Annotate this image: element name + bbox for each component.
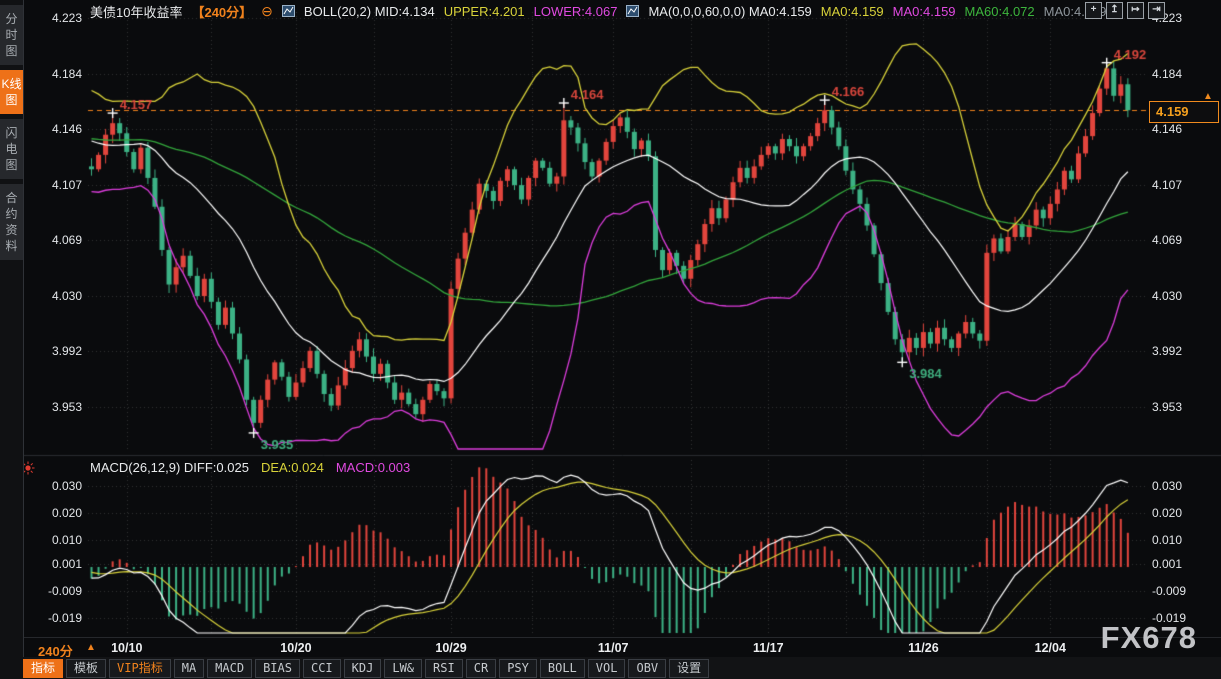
last-price-tag: 4.159 <box>1149 101 1219 123</box>
toolbar-lw-button[interactable]: LW& <box>384 659 422 678</box>
indicator-toolbar: 指标 模板 VIP指标 MA MACD BIAS CCI KDJ LW& RSI… <box>23 657 1221 679</box>
y-axis-label: 4.223 <box>24 11 82 25</box>
y-axis-label: 3.992 <box>1152 344 1214 358</box>
toolbar-template-button[interactable]: 模板 <box>66 659 106 678</box>
chart-title-bar: 美债10年收益率 【240分】 ⊖ BOLL(20,2) MID:4.134 U… <box>90 3 1107 19</box>
ma-values: MA(0,0,0,60,0,0) MA0:4.159 <box>648 4 811 19</box>
y-axis-label: 0.030 <box>24 479 82 493</box>
y-axis-label: 4.030 <box>1152 289 1214 303</box>
sidebar-item-contract-info[interactable]: 合约资料 <box>0 184 23 260</box>
ma60-value: MA60:4.072 <box>965 4 1035 19</box>
chart-canvas[interactable] <box>0 0 1221 679</box>
toolbar-ma-button[interactable]: MA <box>174 659 204 678</box>
toolbar-rsi-button[interactable]: RSI <box>425 659 463 678</box>
sidebar: 分时图 K线图 闪电图 合约资料 <box>0 0 24 679</box>
y-axis-label: 0.001 <box>1152 557 1214 571</box>
ma-indicator-icon[interactable] <box>626 5 639 17</box>
x-axis-date: 11/07 <box>585 641 641 655</box>
y-axis-label: 0.020 <box>1152 506 1214 520</box>
x-axis-date: 11/26 <box>895 641 951 655</box>
y-axis-label: 4.107 <box>1152 178 1214 192</box>
boll-values: BOLL(20,2) MID:4.134 <box>304 4 435 19</box>
toolbar-bias-button[interactable]: BIAS <box>255 659 300 678</box>
y-axis-label: 0.010 <box>1152 533 1214 547</box>
sidebar-item-lightning-chart[interactable]: 闪电图 <box>0 119 23 179</box>
y-axis-label: 4.146 <box>24 122 82 136</box>
toolbar-cr-button[interactable]: CR <box>466 659 496 678</box>
sidebar-item-kline-chart[interactable]: K线图 <box>0 70 23 114</box>
y-axis-label: -0.019 <box>24 611 82 625</box>
toolbar-indicator-button[interactable]: 指标 <box>23 659 63 678</box>
x-axis-date: 10/10 <box>99 641 155 655</box>
boll-indicator-icon[interactable] <box>282 5 295 17</box>
y-axis-label: 4.184 <box>24 67 82 81</box>
toolbar-boll-button[interactable]: BOLL <box>540 659 585 678</box>
y-axis-label: 0.020 <box>24 506 82 520</box>
y-axis-label: 4.184 <box>1152 67 1214 81</box>
go-latest-icon[interactable]: ⇥ <box>1148 2 1165 19</box>
y-axis-label: 3.992 <box>24 344 82 358</box>
macd-diff-value: MACD(26,12,9) DIFF:0.025 <box>90 460 249 475</box>
collapse-indicator-icon[interactable]: ⊖ <box>261 4 273 18</box>
y-axis-label: -0.009 <box>24 584 82 598</box>
toolbar-cci-button[interactable]: CCI <box>303 659 341 678</box>
x-axis-date: 10/29 <box>423 641 479 655</box>
period-badge: 【240分】 <box>191 2 252 21</box>
y-axis-label: 4.107 <box>24 178 82 192</box>
y-axis-label: 4.146 <box>1152 122 1214 136</box>
x-axis: 240分 ▲ 10/1010/2010/2911/0711/1711/2612/… <box>24 637 1221 659</box>
ma-yellow-value: MA0:4.159 <box>821 4 884 19</box>
boll-lower-value: LOWER:4.067 <box>534 4 618 19</box>
y-axis-label: 4.030 <box>24 289 82 303</box>
autoscroll-icon[interactable]: ↦ <box>1127 2 1144 19</box>
trading-terminal: 分时图 K线图 闪电图 合约资料 美债10年收益率 【240分】 ⊖ BOLL(… <box>0 0 1221 679</box>
chart-window-icons: +↥↦⇥ <box>1085 2 1165 19</box>
fx678-watermark: FX678 <box>1101 620 1197 656</box>
x-axis-date: 12/04 <box>1022 641 1078 655</box>
sidebar-item-timeline-chart[interactable]: 分时图 <box>0 5 23 65</box>
y-axis-label: 0.030 <box>1152 479 1214 493</box>
toolbar-kdj-button[interactable]: KDJ <box>344 659 382 678</box>
toolbar-obv-button[interactable]: OBV <box>628 659 666 678</box>
x-axis-date: 10/20 <box>268 641 324 655</box>
y-axis-label: 0.001 <box>24 557 82 571</box>
price-up-arrow-icon: ▲ <box>1203 91 1213 102</box>
y-axis-label: 4.069 <box>1152 233 1214 247</box>
x-axis-date: 11/17 <box>740 641 796 655</box>
toolbar-vip-indicator-button[interactable]: VIP指标 <box>109 659 171 678</box>
macd-hist-value: MACD:0.003 <box>336 460 410 475</box>
fit-vertical-icon[interactable]: ↥ <box>1106 2 1123 19</box>
y-axis-label: -0.009 <box>1152 584 1214 598</box>
ma-magenta-value: MA0:4.159 <box>893 4 956 19</box>
pan-icon[interactable]: + <box>1085 2 1102 19</box>
y-axis-label: 4.069 <box>24 233 82 247</box>
toolbar-psy-button[interactable]: PSY <box>499 659 537 678</box>
symbol-title: 美债10年收益率 <box>90 2 182 21</box>
y-axis-label: 3.953 <box>24 400 82 414</box>
macd-dea-value: DEA:0.024 <box>261 460 324 475</box>
toolbar-macd-button[interactable]: MACD <box>207 659 252 678</box>
toolbar-vol-button[interactable]: VOL <box>588 659 626 678</box>
toolbar-settings-button[interactable]: 设置 <box>669 659 709 678</box>
y-axis-label: 3.953 <box>1152 400 1214 414</box>
boll-upper-value: UPPER:4.201 <box>444 4 525 19</box>
period-up-arrow-icon: ▲ <box>86 642 96 653</box>
y-axis-label: 0.010 <box>24 533 82 547</box>
macd-header: MACD(26,12,9) DIFF:0.025 DEA:0.024 MACD:… <box>90 460 410 475</box>
